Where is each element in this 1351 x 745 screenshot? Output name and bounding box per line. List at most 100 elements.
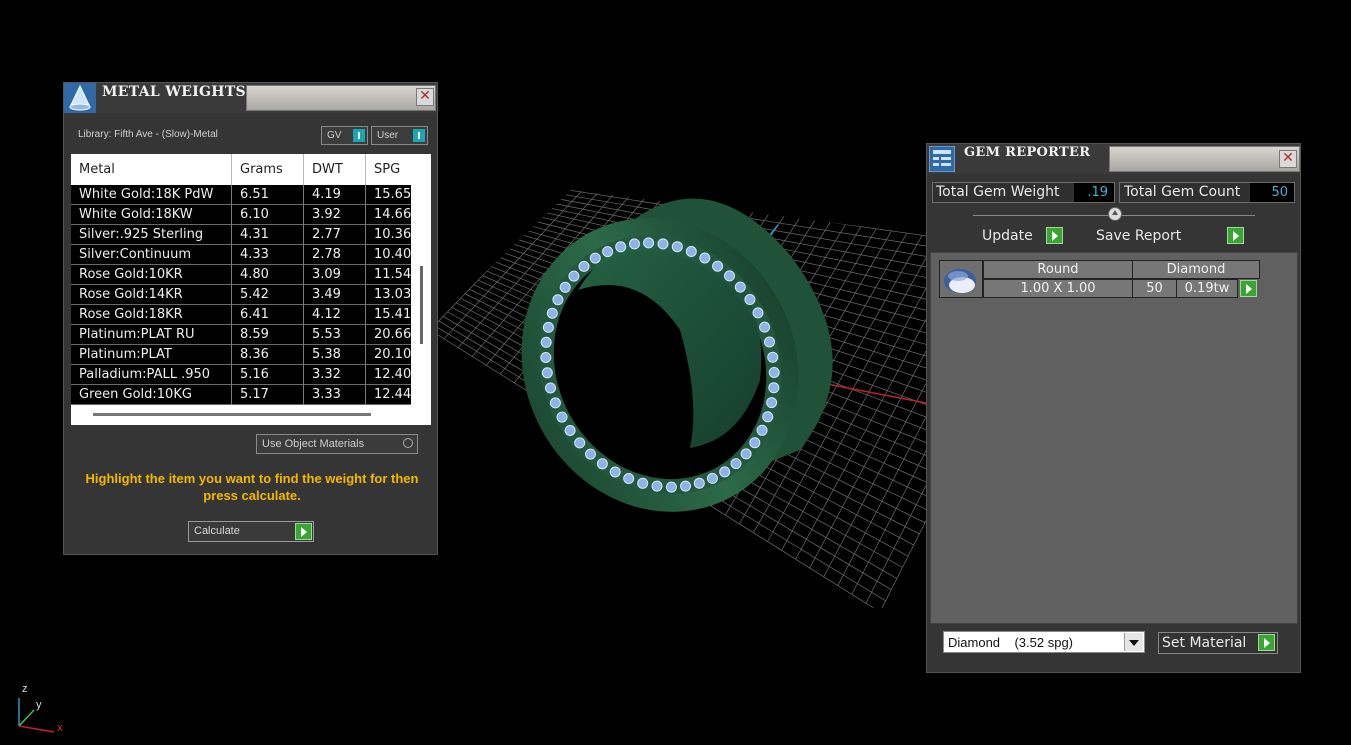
- table-row[interactable]: Palladium:PALL .950 5.16 3.32 12.40: [71, 365, 411, 385]
- table-cell: 15.41: [374, 307, 411, 322]
- table-cell: 3.32: [304, 365, 366, 385]
- gem-stone: [549, 397, 561, 409]
- table-cell: Rose Gold:18KR: [71, 305, 232, 325]
- gem-stone: [768, 382, 780, 394]
- play-arrow-icon[interactable]: [1258, 634, 1275, 651]
- gem-stone: [651, 480, 663, 492]
- table-row[interactable]: Platinum:PLAT 8.36 5.38 20.10: [71, 345, 411, 365]
- table-cell: 2.77: [304, 225, 366, 245]
- gem-stone: [767, 351, 779, 363]
- table-cell: 2.78: [304, 245, 366, 265]
- use-object-materials-option[interactable]: Use Object Materials: [256, 434, 418, 454]
- gem-stone: [578, 260, 590, 272]
- use-object-materials-label: Use Object Materials: [262, 438, 365, 450]
- gem-material-cell: Diamond: [1132, 260, 1260, 279]
- gem-stone: [671, 241, 683, 253]
- play-arrow-icon[interactable]: [1240, 280, 1257, 297]
- gem-stone: [629, 238, 640, 250]
- metal-weights-close-button[interactable]: ✕: [416, 88, 434, 106]
- table-row[interactable]: White Gold:18K PdW 6.51 4.19 15.65: [71, 185, 411, 205]
- gem-stone: [556, 411, 568, 423]
- gem-stone: [574, 437, 586, 449]
- gem-stone: [643, 237, 655, 249]
- calculate-button[interactable]: Calculate: [188, 521, 314, 542]
- column-header[interactable]: SPG: [366, 154, 411, 185]
- table-cell: 5.17: [232, 385, 304, 405]
- column-header[interactable]: DWT: [304, 154, 366, 185]
- gem-stone: [734, 281, 746, 293]
- size-slider-handle[interactable]: [1108, 207, 1122, 221]
- table-cell: Rose Gold:10KR: [71, 265, 232, 285]
- gem-stone: [615, 241, 627, 253]
- table-row[interactable]: Silver:Continuum 4.33 2.78 10.40: [71, 245, 411, 265]
- metal-weights-titlebar[interactable]: METAL WEIGHTS ✕: [64, 83, 437, 113]
- gv-toggle[interactable]: GV: [321, 126, 368, 145]
- table-cell: 20.10: [374, 347, 411, 362]
- table-cell: Silver:.925 Sterling: [71, 225, 232, 245]
- total-gem-weight-label: Total Gem Weight: [936, 184, 1060, 200]
- save-report-button[interactable]: Save Report: [1093, 226, 1253, 247]
- gem-reporter-title: GEM REPORTER: [964, 145, 1091, 160]
- set-material-button[interactable]: Set Material: [1158, 632, 1278, 654]
- table-cell: Palladium:PALL .950: [71, 365, 232, 385]
- gem-stone: [756, 424, 768, 436]
- play-arrow-icon[interactable]: [295, 523, 312, 540]
- gem-stone: [540, 336, 552, 348]
- total-gem-count-label: Total Gem Count: [1124, 184, 1241, 200]
- material-select[interactable]: Diamond (3.52 spg): [943, 631, 1145, 653]
- table-row[interactable]: Platinum:PLAT RU 8.59 5.53 20.66: [71, 325, 411, 345]
- table-cell: 12.40: [374, 367, 411, 382]
- total-gem-count-value: 50: [1250, 183, 1294, 202]
- table-cell: White Gold:18K PdW: [71, 185, 232, 205]
- gem-list[interactable]: [930, 252, 1298, 624]
- total-gem-weight-value: .19: [1074, 183, 1114, 202]
- table-cell: 6.10: [232, 205, 304, 225]
- table-cell: 6.41: [232, 305, 304, 325]
- gem-thumbnail: [944, 269, 976, 293]
- update-label: Update: [982, 228, 1033, 244]
- gem-stone: [559, 281, 571, 293]
- table-row[interactable]: Rose Gold:18KR 6.41 4.12 15.41: [71, 305, 411, 325]
- vertical-scrollbar[interactable]: [420, 266, 423, 344]
- metal-table[interactable]: Metal Grams DWT SPG White Gold:18K PdW 6.…: [71, 154, 431, 425]
- gem-stone: [693, 477, 705, 489]
- gem-stone: [768, 367, 780, 378]
- play-arrow-icon[interactable]: [1227, 227, 1244, 244]
- gem-stone: [764, 336, 775, 348]
- gem-stone: [546, 307, 558, 319]
- gem-stone: [585, 448, 596, 460]
- table-cell: 8.59: [232, 325, 304, 345]
- table-cell: 6.51: [232, 185, 304, 205]
- table-cell: Silver:Continuum: [71, 245, 232, 265]
- round-gem-icon[interactable]: [939, 260, 983, 298]
- table-cell: Platinum:PLAT: [71, 345, 232, 365]
- column-header[interactable]: Metal: [71, 154, 232, 185]
- gem-reporter-titlebar[interactable]: GEM REPORTER ✕: [927, 144, 1300, 174]
- table-cell: 4.12: [304, 305, 366, 325]
- gem-reporter-close-button[interactable]: ✕: [1279, 150, 1297, 168]
- user-toggle[interactable]: User: [371, 126, 428, 145]
- table-cell: 3.33: [304, 385, 366, 405]
- table-cell: 15.65: [374, 187, 411, 202]
- table-row[interactable]: Rose Gold:14KR 5.42 3.49 13.03: [71, 285, 411, 305]
- chevron-down-icon[interactable]: [1124, 633, 1143, 651]
- table-cell: 4.33: [232, 245, 304, 265]
- instruction-text: Highlight the item you want to find the …: [85, 471, 419, 503]
- gem-stone: [699, 252, 711, 264]
- table-cell: 14.66: [374, 207, 411, 222]
- total-gem-weight-field: Total Gem Weight .19: [932, 182, 1115, 203]
- table-cell: 10.40: [374, 247, 411, 262]
- gem-stone: [542, 321, 554, 333]
- table-row[interactable]: Silver:.925 Sterling 4.31 2.77 10.36: [71, 225, 411, 245]
- table-row[interactable]: Rose Gold:10KR 4.80 3.09 11.54: [71, 265, 411, 285]
- material-select-value: Diamond (3.52 spg): [948, 635, 1074, 650]
- horizontal-scrollbar[interactable]: [93, 413, 371, 416]
- radio-icon[interactable]: [403, 438, 413, 448]
- gem-stone: [719, 466, 731, 478]
- table-row[interactable]: Green Gold:10KG 5.17 3.33 12.44: [71, 385, 411, 405]
- table-row[interactable]: White Gold:18KW 6.10 3.92 14.66: [71, 205, 411, 225]
- play-arrow-icon[interactable]: [1046, 227, 1063, 244]
- update-button[interactable]: Update: [979, 226, 1069, 247]
- gem-count-cell: 50: [1132, 279, 1177, 298]
- column-header[interactable]: Grams: [232, 154, 304, 185]
